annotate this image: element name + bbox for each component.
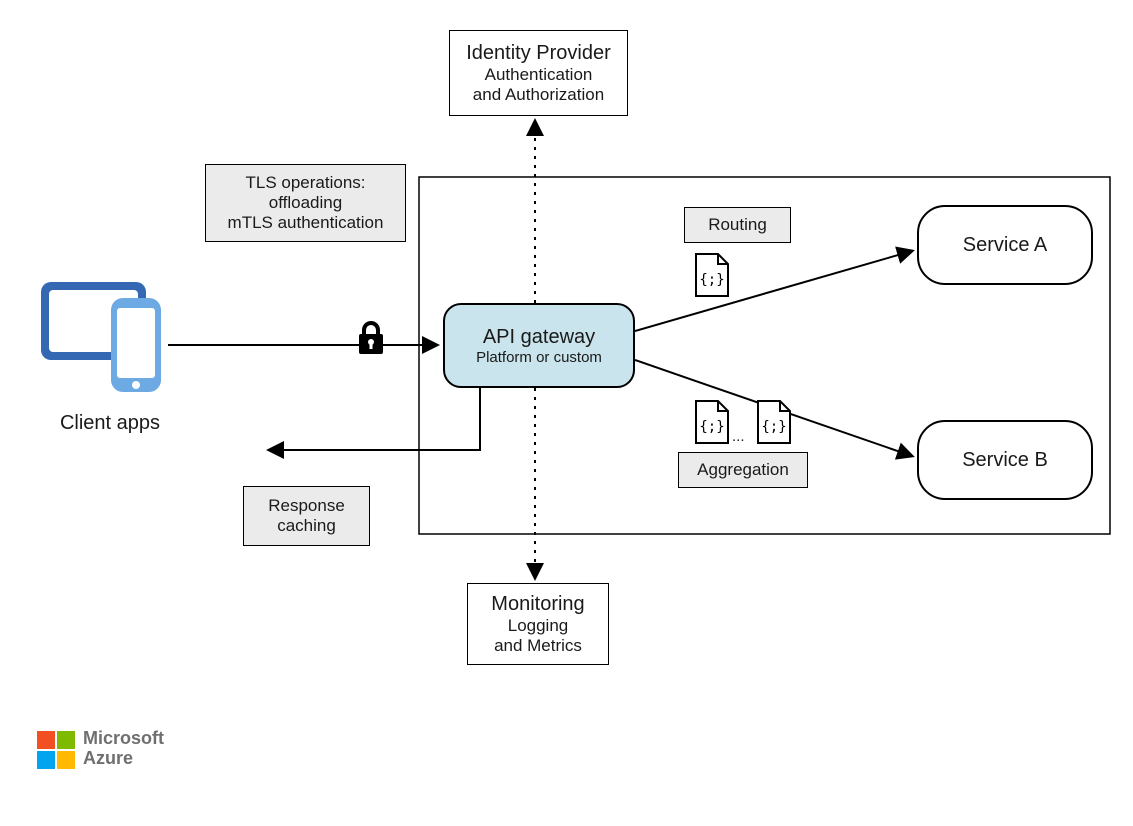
svg-text:{;}: {;} — [761, 419, 786, 435]
aggregation-ellipsis: ... — [732, 428, 745, 445]
svg-text:{;}: {;} — [699, 272, 724, 288]
response-caching-line1: Response — [268, 496, 345, 516]
svg-text:{;}: {;} — [699, 419, 724, 435]
footer-brand2: Azure — [83, 748, 133, 768]
gateway-title: API gateway — [483, 326, 595, 349]
tls-operations-box: TLS operations: offloading mTLS authenti… — [205, 164, 406, 242]
code-doc-icon: {;} — [694, 399, 730, 445]
aggregation-label: Aggregation — [678, 452, 808, 488]
code-doc-icon: {;} — [694, 252, 730, 298]
identity-provider-box: Identity Provider Authentication and Aut… — [449, 30, 628, 116]
connectors — [0, 0, 1133, 826]
identity-provider-line2: and Authorization — [473, 85, 604, 105]
response-caching-line2: caching — [277, 516, 336, 536]
ms-logo-square-yellow — [57, 751, 75, 769]
tls-line1: offloading — [269, 193, 342, 213]
client-apps-label: Client apps — [55, 412, 165, 435]
tls-title: TLS operations: — [245, 173, 365, 193]
identity-provider-line1: Authentication — [485, 65, 593, 85]
ms-logo-square-blue — [37, 751, 55, 769]
code-doc-icon: {;} — [756, 399, 792, 445]
diagram-canvas: Identity Provider Authentication and Aut… — [0, 0, 1133, 826]
monitoring-line2: and Metrics — [494, 636, 582, 656]
footer-brand: Microsoft Azure — [83, 728, 164, 768]
microsoft-azure-logo: Microsoft Azure — [37, 728, 217, 778]
identity-provider-title: Identity Provider — [466, 42, 611, 65]
client-devices-icon — [39, 276, 169, 396]
service-a-node: Service A — [917, 205, 1093, 285]
api-gateway-node: API gateway Platform or custom — [443, 303, 635, 388]
monitoring-title: Monitoring — [491, 593, 584, 616]
gateway-subtitle: Platform or custom — [476, 349, 602, 366]
lock-icon — [355, 320, 387, 358]
footer-brand1: Microsoft — [83, 728, 164, 748]
routing-label: Routing — [684, 207, 791, 243]
tls-line2: mTLS authentication — [228, 213, 384, 233]
service-b-node: Service B — [917, 420, 1093, 500]
monitoring-line1: Logging — [508, 616, 569, 636]
ms-logo-square-green — [57, 731, 75, 749]
response-caching-box: Response caching — [243, 486, 370, 546]
monitoring-box: Monitoring Logging and Metrics — [467, 583, 609, 665]
ms-logo-square-red — [37, 731, 55, 749]
